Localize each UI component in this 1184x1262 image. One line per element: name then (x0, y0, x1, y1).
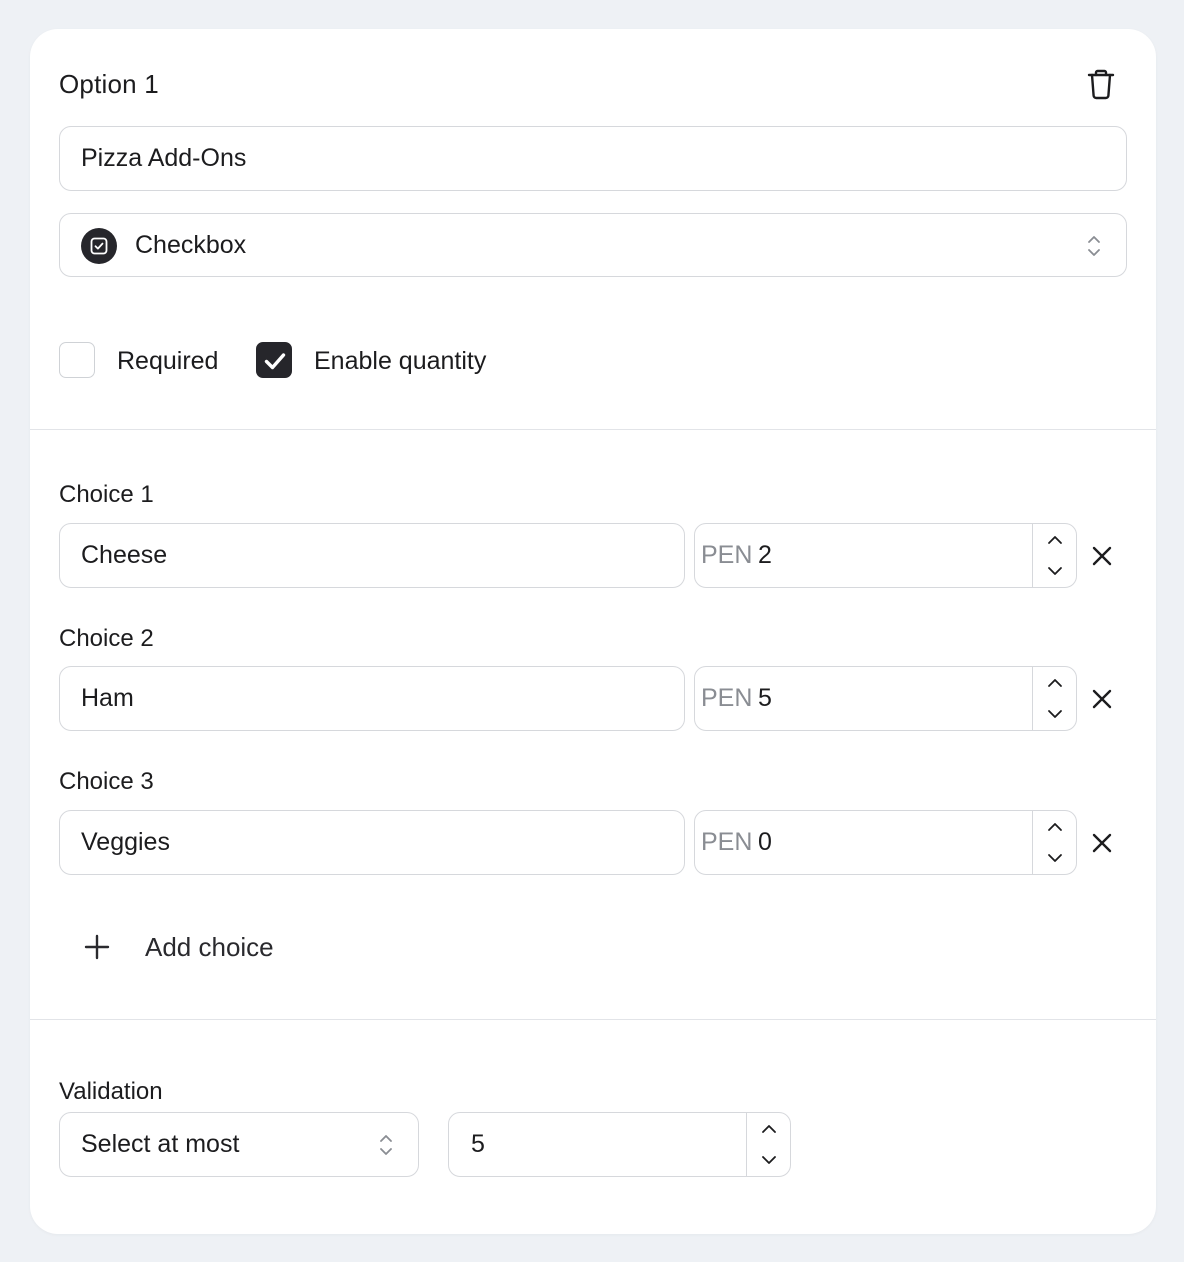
choice-name-value: Ham (81, 684, 134, 712)
currency-prefix: PEN (701, 828, 753, 856)
option-type-value: Checkbox (135, 231, 247, 259)
plus-icon (84, 934, 110, 960)
close-icon (1092, 689, 1112, 709)
validation-count-value: 5 (471, 1130, 485, 1158)
close-icon (1092, 546, 1112, 566)
validation-label: Validation (59, 1078, 163, 1105)
chevron-up-icon (1048, 535, 1062, 544)
choice-name-input[interactable]: Veggies (59, 810, 685, 875)
option-name-value: Pizza Add-Ons (81, 144, 247, 172)
checkmark-icon (264, 353, 286, 370)
price-stepper (1032, 524, 1076, 587)
choice-name-input[interactable]: Cheese (59, 523, 685, 588)
chevron-up-icon (762, 1124, 776, 1133)
choice-price-input[interactable]: PEN 2 (694, 523, 1077, 588)
step-up-button[interactable] (1033, 524, 1076, 556)
checkbox-square-icon (81, 228, 117, 264)
choice-label: Choice 2 (59, 625, 154, 652)
choice-price-value: 2 (758, 541, 772, 569)
chevron-down-icon (1048, 854, 1062, 863)
chevron-down-icon (1048, 567, 1062, 576)
option-type-select[interactable]: Checkbox (59, 213, 1127, 277)
remove-choice-button[interactable] (1089, 830, 1115, 856)
step-down-button[interactable] (1033, 699, 1076, 731)
chevron-down-icon (1048, 710, 1062, 719)
add-choice-label: Add choice (145, 931, 274, 962)
delete-option-button[interactable] (1086, 68, 1116, 100)
currency-prefix: PEN (701, 684, 753, 712)
close-icon (1092, 833, 1112, 853)
chevron-up-icon (1048, 822, 1062, 831)
option-card: Option 1 Pizza Add-Ons Checkbox Required (30, 29, 1156, 1234)
currency-prefix: PEN (701, 541, 753, 569)
remove-choice-button[interactable] (1089, 543, 1115, 569)
remove-choice-button[interactable] (1089, 686, 1115, 712)
step-up-button[interactable] (1033, 811, 1076, 843)
step-down-button[interactable] (1033, 556, 1076, 588)
choice-price-value: 0 (758, 828, 772, 856)
chevron-down-icon (762, 1156, 776, 1165)
section-divider (30, 429, 1156, 430)
choice-name-input[interactable]: Ham (59, 666, 685, 731)
validation-rule-value: Select at most (81, 1130, 240, 1158)
price-stepper (1032, 667, 1076, 730)
chevron-up-down-icon (380, 1135, 392, 1155)
step-down-button[interactable] (747, 1145, 790, 1177)
step-up-button[interactable] (1033, 667, 1076, 699)
choice-price-input[interactable]: PEN 5 (694, 666, 1077, 731)
enable-quantity-checkbox[interactable] (256, 342, 292, 378)
add-choice-button[interactable]: Add choice (84, 929, 274, 965)
choice-label: Choice 1 (59, 481, 154, 508)
validation-rule-select[interactable]: Select at most (59, 1112, 419, 1177)
chevron-up-icon (1048, 678, 1062, 687)
validation-count-input[interactable]: 5 (448, 1112, 791, 1177)
count-stepper (746, 1113, 790, 1176)
section-divider (30, 1019, 1156, 1020)
option-name-input[interactable]: Pizza Add-Ons (59, 126, 1127, 191)
price-stepper (1032, 811, 1076, 874)
choice-price-value: 5 (758, 684, 772, 712)
step-down-button[interactable] (1033, 843, 1076, 875)
enable-quantity-label: Enable quantity (314, 347, 487, 375)
required-checkbox[interactable] (59, 342, 95, 378)
chevron-up-down-icon (1088, 236, 1100, 256)
step-up-button[interactable] (747, 1113, 790, 1145)
choice-name-value: Veggies (81, 828, 170, 856)
choice-price-input[interactable]: PEN 0 (694, 810, 1077, 875)
trash-icon (1087, 69, 1115, 100)
option-title: Option 1 (59, 69, 159, 99)
choice-label: Choice 3 (59, 768, 154, 795)
required-label: Required (117, 347, 219, 375)
choice-name-value: Cheese (81, 541, 168, 569)
